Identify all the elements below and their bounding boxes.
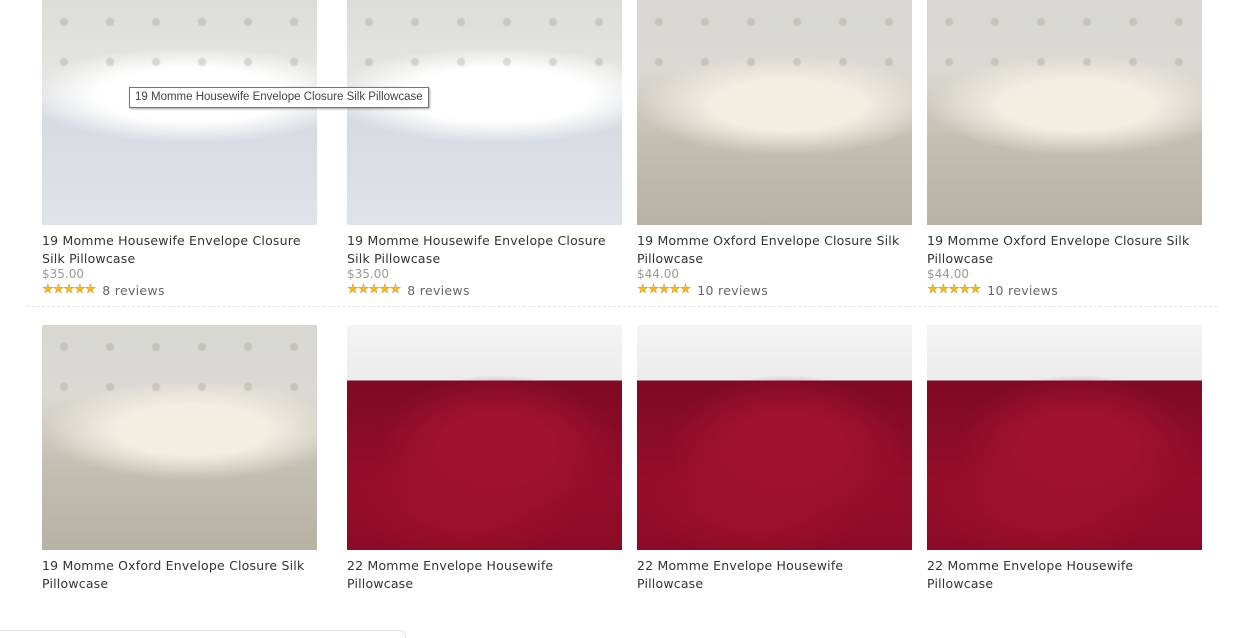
row-divider [27, 306, 1217, 307]
product-title[interactable]: 19 Momme Oxford Envelope Closure Silk Pi… [637, 232, 912, 268]
product-title[interactable]: 22 Momme Envelope Housewife Pillowcase [347, 557, 622, 593]
product-title[interactable]: 19 Momme Oxford Envelope Closure Silk Pi… [42, 557, 317, 593]
product-image[interactable] [347, 325, 622, 550]
product-image[interactable] [42, 325, 317, 550]
product-card: 19 Momme Oxford Envelope Closure Silk Pi… [42, 325, 317, 593]
product-image[interactable] [927, 0, 1202, 225]
product-image[interactable] [637, 325, 912, 550]
product-rating: ★★★★★ 8 reviews [347, 282, 622, 298]
product-price: $35.00 [42, 267, 84, 281]
product-card: 22 Momme Envelope Housewife Pillowcase [927, 325, 1202, 593]
product-title[interactable]: 19 Momme Oxford Envelope Closure Silk Pi… [927, 232, 1202, 268]
product-rating: ★★★★★ 10 reviews [927, 282, 1202, 298]
product-price: $44.00 [927, 267, 969, 281]
product-rating: ★★★★★ 8 reviews [42, 282, 317, 298]
product-price: $35.00 [347, 267, 389, 281]
product-image[interactable] [927, 325, 1202, 550]
star-rating-icon: ★★★★★ [42, 282, 97, 297]
product-image[interactable] [637, 0, 912, 225]
product-title[interactable]: 19 Momme Housewife Envelope Closure Silk… [347, 232, 622, 268]
product-title[interactable]: 19 Momme Housewife Envelope Closure Silk… [42, 232, 317, 268]
review-count-link[interactable]: 10 reviews [697, 283, 768, 298]
product-title[interactable]: 22 Momme Envelope Housewife Pillowcase [637, 557, 912, 593]
product-card: 22 Momme Envelope Housewife Pillowcase [637, 325, 912, 593]
star-rating-icon: ★★★★★ [927, 282, 982, 297]
product-card: 19 Momme Housewife Envelope Closure Silk… [42, 0, 317, 298]
product-card: 19 Momme Oxford Envelope Closure Silk Pi… [637, 0, 912, 298]
review-count-link[interactable]: 8 reviews [407, 283, 469, 298]
review-count-link[interactable]: 8 reviews [102, 283, 164, 298]
hover-tooltip: 19 Momme Housewife Envelope Closure Silk… [129, 87, 429, 108]
product-image[interactable] [42, 0, 317, 225]
product-card: 22 Momme Envelope Housewife Pillowcase [347, 325, 622, 593]
product-title[interactable]: 22 Momme Envelope Housewife Pillowcase [927, 557, 1202, 593]
star-rating-icon: ★★★★★ [347, 282, 402, 297]
star-rating-icon: ★★★★★ [637, 282, 692, 297]
product-card: 19 Momme Oxford Envelope Closure Silk Pi… [927, 0, 1202, 298]
review-count-link[interactable]: 10 reviews [987, 283, 1058, 298]
product-price: $44.00 [637, 267, 679, 281]
product-rating: ★★★★★ 10 reviews [637, 282, 912, 298]
product-image[interactable] [347, 0, 622, 225]
product-card: 19 Momme Housewife Envelope Closure Silk… [347, 0, 622, 298]
